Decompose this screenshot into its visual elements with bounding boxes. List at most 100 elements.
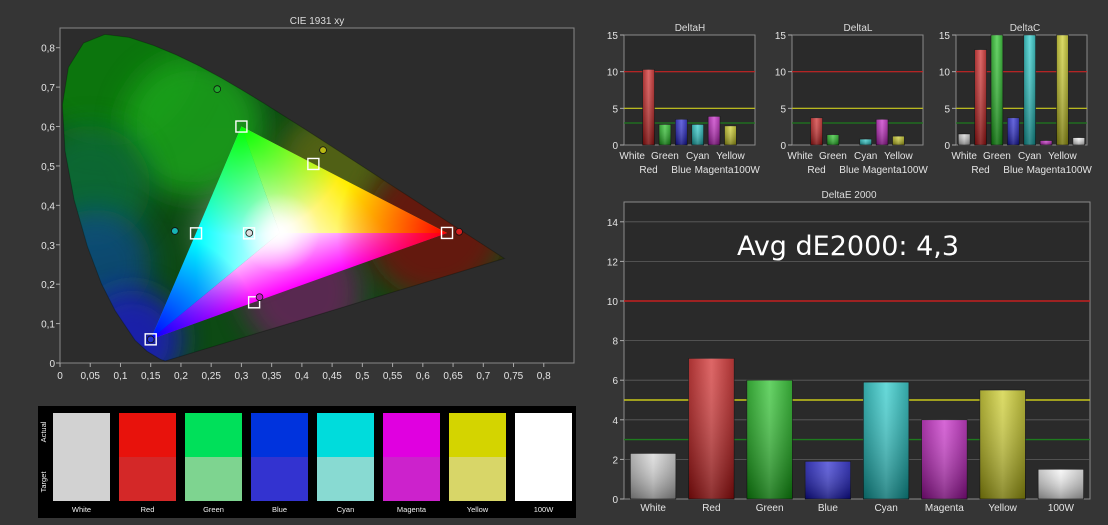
bar-shade-blue (675, 119, 688, 145)
cie-x-tick-label-12: 0,6 (416, 371, 430, 382)
swatch-actual-red (119, 413, 176, 457)
category-label-red: Red (807, 165, 825, 176)
y-tick-label-0: 0 (780, 141, 786, 152)
bar-shade-yellow (892, 136, 905, 145)
cie-y-tick-label-8: 0,8 (41, 44, 55, 55)
bar-shade-red (810, 117, 823, 145)
category-label-magenta: Magenta (695, 165, 734, 176)
measured-point-red (455, 227, 463, 236)
category-label-magenta: Magenta (925, 503, 964, 514)
cie-y-tick-label-7: 0,7 (41, 83, 55, 94)
bar-shade-yellow (1056, 35, 1069, 145)
category-label-100w: 100W (734, 165, 761, 176)
category-label-yellow: Yellow (988, 503, 1017, 514)
delta-e-2000-chart: DeltaE 2000 0 2 4 6 8 10 12 14 White Red Green Blue… (607, 190, 1091, 514)
category-label-yellow: Yellow (1048, 151, 1077, 162)
bar-shade-red (688, 358, 735, 499)
cie-x-tick-label-6: 0,3 (234, 371, 248, 382)
cie-x-tick-label-7: 0,35 (262, 371, 282, 382)
category-label-cyan: Cyan (874, 503, 897, 514)
swatch-actual-blue (251, 413, 308, 457)
category-label-cyan: Cyan (1018, 151, 1041, 162)
swatch-actual-yellow (449, 413, 506, 457)
swatch-label-100w: 100W (534, 505, 555, 514)
cie-x-tick-label-13: 0,65 (443, 371, 463, 382)
bar-shade-green (746, 380, 793, 499)
swatch-label-red: Red (141, 505, 155, 514)
category-label-green: Green (651, 151, 679, 162)
cie-x-tick-label-0: 0 (57, 371, 63, 382)
category-label-100w: 100W (1066, 165, 1093, 176)
cie-y-tick-label-5: 0,5 (41, 162, 55, 173)
swatch-target-cyan (317, 457, 374, 501)
y-tick-label-1: 2 (612, 455, 618, 466)
y-tick-label-3: 15 (939, 31, 951, 42)
y-tick-label-2: 10 (939, 68, 951, 79)
y-tick-label-7: 14 (607, 218, 619, 229)
category-label-100w: 100W (1048, 503, 1075, 514)
cie-x-tick-label-9: 0,45 (322, 371, 342, 382)
category-label-white: White (951, 151, 977, 162)
cie-y-tick-label-6: 0,6 (41, 123, 55, 134)
y-tick-label-1: 5 (612, 104, 618, 115)
measured-point-white (245, 229, 254, 237)
swatch-target-red (119, 457, 176, 501)
cie-y-tick-label-2: 0,2 (41, 280, 55, 291)
cie-x-tick-label-5: 0,25 (201, 371, 221, 382)
bar-shade-cyan (859, 139, 872, 145)
bar-shade-blue (805, 461, 851, 499)
delta-l-title: DeltaL (844, 23, 873, 34)
category-label-magenta: Magenta (1027, 165, 1066, 176)
cie-x-tick-label-1: 0,05 (81, 371, 101, 382)
category-label-white: White (619, 151, 645, 162)
category-label-red: Red (639, 165, 657, 176)
cie-chart-title: CIE 1931 xy (290, 16, 344, 27)
delta-h-chart: DeltaH 0 5 10 15 White Red Green Blue Cyan Magent… (607, 23, 761, 176)
swatch-target-yellow (449, 457, 506, 501)
category-label-blue: Blue (671, 165, 691, 176)
cie-x-tick-label-16: 0,8 (537, 371, 551, 382)
cie-x-tick-label-11: 0,55 (383, 371, 403, 382)
delta-e-title: DeltaE 2000 (821, 190, 876, 201)
bar-shade-cyan (863, 382, 909, 499)
cie-x-tick-label-3: 0,15 (141, 371, 161, 382)
bar-shade-magenta (876, 119, 888, 145)
y-tick-label-3: 6 (612, 376, 618, 387)
cie-x-tick-label-15: 0,75 (504, 371, 524, 382)
measured-point-blue (146, 335, 155, 344)
category-label-red: Red (971, 165, 989, 176)
bar-shade-cyan (1023, 35, 1036, 145)
swatch-actual-100w (515, 413, 572, 457)
bar-shade-green (659, 124, 671, 145)
measured-point-green (213, 85, 222, 93)
bar-shade-white (958, 134, 971, 145)
swatch-actual-cyan (317, 413, 374, 457)
y-tick-label-3: 15 (775, 31, 787, 42)
delta-c-chart: DeltaC 0 5 10 15 White Red Green Blue Cyan Magent… (939, 23, 1093, 176)
bar-shade-100w (1072, 137, 1085, 145)
swatch-target-green (185, 457, 242, 501)
y-tick-label-1: 5 (944, 104, 950, 115)
bar-shade-magenta (1040, 140, 1052, 145)
y-tick-label-2: 10 (775, 68, 787, 79)
bar-shade-red (642, 69, 655, 145)
cie-x-tick-label-8: 0,4 (295, 371, 309, 382)
swatch-label-green: Green (203, 505, 224, 514)
swatch-target-blue (251, 457, 308, 501)
dashboard-canvas: CIE 1931 xy 0 0,05 0,1 0,15 0,2 0,25 0,3 0,35 0,… (38, 16, 1093, 518)
bar-shade-blue (1007, 117, 1020, 145)
swatch-row-label-actual: Actual (39, 421, 48, 442)
category-label-cyan: Cyan (686, 151, 709, 162)
category-label-yellow: Yellow (716, 151, 745, 162)
cie-y-tick-label-0: 0 (49, 359, 55, 370)
y-tick-label-4: 8 (612, 337, 618, 348)
y-tick-label-6: 12 (607, 257, 619, 268)
bar-shade-magenta (708, 116, 720, 145)
y-tick-label-1: 5 (780, 104, 786, 115)
category-label-blue: Blue (839, 165, 859, 176)
bar-shade-green (827, 134, 839, 145)
category-label-white: White (787, 151, 813, 162)
measured-point-magenta (255, 293, 264, 301)
y-tick-label-0: 0 (612, 141, 618, 152)
swatch-label-white: White (72, 505, 91, 514)
